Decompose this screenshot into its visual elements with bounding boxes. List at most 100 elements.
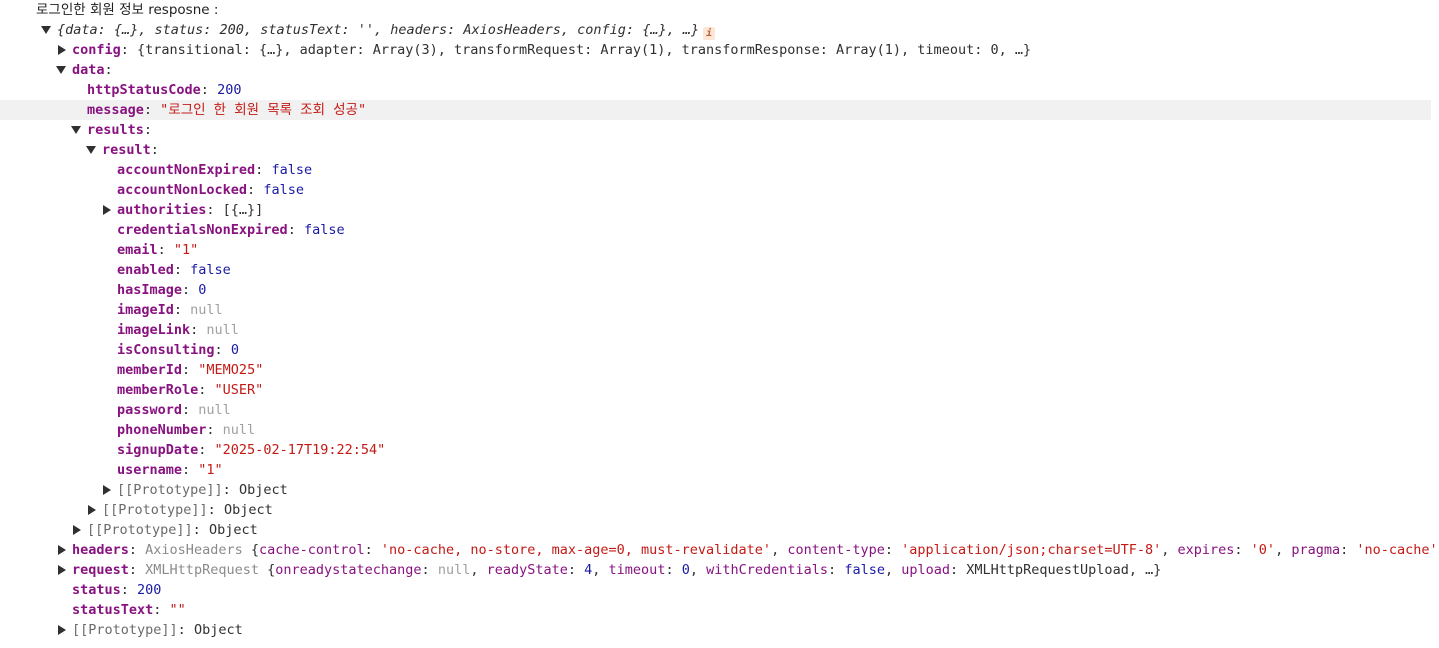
tree-row-headers[interactable]: headers: AxiosHeaders {cache-control: 'n…: [0, 540, 1439, 560]
expand-right-icon[interactable]: [87, 500, 99, 520]
property-value: false: [263, 182, 304, 198]
property-key: memberId: [117, 362, 183, 378]
tree-row-imageid: imageId: null: [117, 302, 223, 318]
expand-right-icon[interactable]: [57, 540, 69, 560]
tree-row-email: email: "1": [117, 242, 199, 258]
tree-row-password: password: null: [117, 402, 231, 418]
property-value: Object: [238, 482, 288, 498]
property-value: false: [271, 162, 313, 178]
root-object-row[interactable]: {data: {…}, status: 200, statusText: '',…: [0, 20, 1431, 40]
tree-row-results[interactable]: results:: [0, 120, 1431, 140]
header-value: 'application/json;charset=UTF-8': [901, 542, 1162, 558]
tree-row-httpstatuscode: httpStatusCode: 200: [87, 82, 242, 98]
property-value: Object: [193, 622, 243, 638]
tree-row-status: status: 200: [72, 582, 162, 598]
property-key: password: [117, 402, 183, 418]
expand-right-icon[interactable]: [57, 620, 69, 640]
header-key: pragma: [1291, 542, 1341, 558]
tree-row-isconsulting: isConsulting: 0: [117, 342, 239, 358]
property-key: result: [102, 142, 151, 158]
info-icon[interactable]: i: [703, 27, 716, 40]
tree-row-signupdate: signupDate: "2025-02-17T19:22:54": [117, 442, 386, 458]
request-key: withCredentials: [706, 562, 829, 578]
property-key: hasImage: [117, 282, 183, 298]
property-value: "1": [173, 242, 199, 258]
property-key: request: [72, 562, 129, 578]
tree-row-memberid: memberId: "MEMO25": [117, 362, 264, 378]
expand-right-icon[interactable]: [57, 560, 69, 580]
property-value: 0: [198, 282, 207, 298]
expand-down-icon[interactable]: [85, 140, 97, 160]
property-value: "USER": [214, 382, 264, 398]
tree-row-prototype[interactable]: [[Prototype]]: Object: [0, 520, 1431, 540]
property-value: "1": [198, 462, 223, 478]
property-key: message: [87, 102, 144, 118]
property-value: false: [303, 222, 345, 238]
expand-down-icon[interactable]: [40, 20, 52, 40]
tree-row-request[interactable]: request: XMLHttpRequest {onreadystatecha…: [0, 560, 1431, 580]
expand-right-icon[interactable]: [102, 480, 114, 500]
class-name: XMLHttpRequest: [145, 562, 259, 578]
log-label: 로그인한 회원 정보 resposne :: [36, 2, 219, 18]
request-value: null: [437, 562, 471, 578]
request-value: XMLHttpRequestUpload: [966, 562, 1129, 578]
property-key: imageLink: [117, 322, 191, 338]
header-value: 'no-cache': [1356, 542, 1438, 558]
property-key: status: [72, 582, 121, 598]
property-key: accountNonLocked: [117, 182, 248, 198]
property-key: credentialsNonExpired: [117, 222, 288, 238]
tree-row-prototype[interactable]: [[Prototype]]: Object: [0, 620, 1431, 640]
property-key: isConsulting: [117, 342, 215, 358]
console-log-message: 로그인한 회원 정보 resposne :: [0, 0, 1431, 20]
expand-down-icon[interactable]: [70, 120, 82, 140]
property-key: accountNonExpired: [117, 162, 256, 178]
request-key: timeout: [608, 562, 666, 578]
property-value: false: [190, 262, 231, 278]
tree-row-data[interactable]: data:: [0, 60, 1431, 80]
property-value: 0: [230, 342, 239, 358]
tree-row-prototype[interactable]: [[Prototype]]: Object: [0, 500, 1431, 520]
expand-right-icon[interactable]: [57, 40, 69, 60]
property-key: [[Prototype]]: [102, 502, 208, 518]
tree-row-username: username: "1": [117, 462, 223, 478]
devtools-console: 로그인한 회원 정보 resposne : {data: {…}, status…: [0, 0, 1439, 648]
tree-row-credentialsnonexpired: credentialsNonExpired: false: [117, 222, 345, 238]
property-value: Object: [208, 522, 258, 538]
expand-right-icon[interactable]: [72, 520, 84, 540]
request-preview: onreadystatechange: null, readyState: 4,…: [275, 562, 1129, 578]
header-value: '0': [1250, 542, 1276, 558]
tree-row-config[interactable]: config: {transitional: {…}, adapter: Arr…: [0, 40, 1431, 60]
request-value: false: [844, 562, 885, 578]
tree-row-imagelink: imageLink: null: [117, 322, 239, 338]
tree-row-memberrole: memberRole: "USER": [117, 382, 264, 398]
tree-row-result[interactable]: result:: [0, 140, 1431, 160]
property-key: data: [72, 62, 105, 78]
tree-row-message: message: "로그인 한 회원 목록 조회 성공": [0, 100, 1431, 120]
tree-row-prototype[interactable]: [[Prototype]]: Object: [0, 480, 1431, 500]
property-key: [[Prototype]]: [117, 482, 223, 498]
property-value: [{…}]: [222, 202, 264, 218]
config-preview: {transitional: {…}, adapter: Array(3), t…: [137, 42, 1032, 58]
property-value: "MEMO25": [198, 362, 264, 378]
property-value: "": [169, 602, 186, 618]
class-name: AxiosHeaders: [145, 542, 243, 558]
property-key: enabled: [117, 262, 174, 278]
property-value: null: [222, 422, 256, 438]
tree-row-authorities[interactable]: authorities: [{…}]: [0, 200, 1431, 220]
request-key: readyState: [486, 562, 568, 578]
property-key: config: [72, 42, 121, 58]
property-key: imageId: [117, 302, 174, 318]
request-value: 0: [681, 562, 690, 578]
expand-right-icon[interactable]: [102, 200, 114, 220]
expand-down-icon[interactable]: [55, 60, 67, 80]
header-key: expires: [1177, 542, 1235, 558]
property-key: signupDate: [117, 442, 199, 458]
property-value: null: [198, 402, 231, 418]
property-value: 200: [217, 82, 242, 98]
property-value: null: [190, 302, 223, 318]
property-key: [[Prototype]]: [72, 622, 178, 638]
property-key: memberRole: [117, 382, 199, 398]
property-value: null: [206, 322, 239, 338]
tree-row-enabled: enabled: false: [117, 262, 231, 278]
property-key: phoneNumber: [117, 422, 207, 438]
